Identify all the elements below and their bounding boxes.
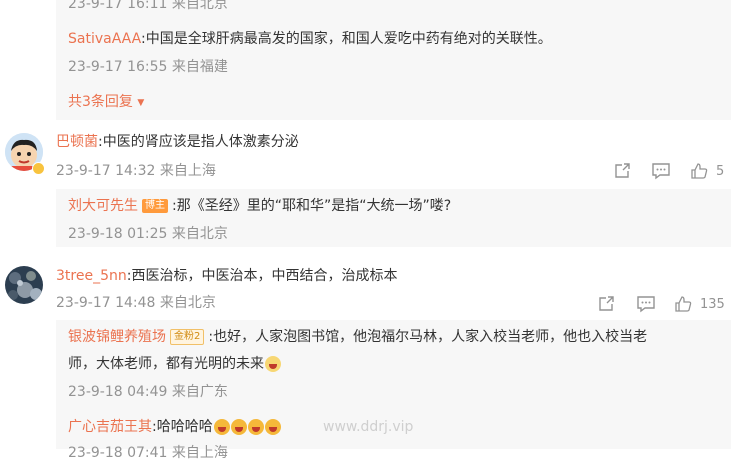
- reply-meta: 23-9-18 07:41 来自上海: [68, 445, 228, 461]
- comment-item: 3tree_5nn:西医治标，中医治本，中西结合，治成标本: [56, 266, 397, 286]
- comment-button[interactable]: [651, 162, 671, 180]
- laugh-emoji-icon: [213, 419, 230, 435]
- comment-item: 巴顿菌:中医的肾应该是指人体激素分泌: [56, 132, 299, 152]
- comment-meta: 23-9-17 14:32 来自上海: [56, 163, 216, 179]
- caret-down-icon: ▼: [137, 98, 145, 108]
- laugh-emoji-icon: [264, 419, 281, 435]
- reply-meta: 23-9-18 01:25 来自北京: [68, 226, 228, 242]
- like-button[interactable]: 135: [674, 295, 725, 313]
- comment-author[interactable]: 巴顿菌: [56, 134, 98, 150]
- reply-item: SativaAAA:中国是全球肝病最高发的国家，和国人爱吃中药有绝对的关联性。: [68, 29, 552, 49]
- comment-button[interactable]: [636, 295, 656, 313]
- comment-author[interactable]: 3tree_5nn: [56, 268, 127, 284]
- share-icon: [599, 296, 614, 311]
- more-replies-link[interactable]: 共3条回复 ▼: [68, 92, 144, 113]
- reply-text-cont: 师，大体老师，都有光明的未来: [68, 354, 281, 374]
- reply-meta: 23-9-17 16:55 来自福建: [68, 59, 228, 75]
- reply-item: 广心吉茄王其:哈哈哈哈: [68, 417, 281, 437]
- comment-text: :西医治标，中医治本，中西结合，治成标本: [126, 268, 398, 284]
- like-icon: [675, 296, 692, 312]
- laugh-emoji-icon: [247, 419, 264, 435]
- reply-author[interactable]: 广心吉茄王其: [68, 419, 152, 435]
- like-count: 5: [716, 163, 725, 179]
- comment-text: :中医的肾应该是指人体激素分泌: [98, 134, 299, 150]
- reply-author[interactable]: 银波锦鲤养殖场: [68, 329, 166, 345]
- reply-text: 师，大体老师，都有光明的未来: [68, 356, 264, 372]
- share-button[interactable]: [613, 162, 631, 180]
- comment-icon: [637, 296, 655, 313]
- reply-item: 银波锦鲤养殖场 金粉2:也好，人家泡图书馆，他泡福尔马林，人家入校当老师，他也入校…: [68, 327, 647, 347]
- reply-text: :也好，人家泡图书馆，他泡福尔马林，人家入校当老师，他也入校当老: [208, 329, 648, 345]
- share-button[interactable]: [597, 295, 615, 313]
- comment-meta: 23-9-17 14:48 来自北京: [56, 295, 216, 311]
- verified-badge-icon: [32, 162, 45, 175]
- share-icon: [615, 163, 630, 178]
- comment-icon: [652, 163, 670, 180]
- blogger-badge: 博主: [142, 199, 168, 213]
- more-replies-label: 共3条回复: [68, 94, 133, 110]
- like-icon: [691, 163, 708, 179]
- reply-meta: 23-9-18 04:49 来自广东: [68, 384, 228, 400]
- fan-badge: 金粉2: [170, 329, 205, 345]
- laugh-emoji-icon: [230, 419, 247, 435]
- reply-text: :哈哈哈哈: [152, 419, 213, 435]
- reply-text: :中国是全球肝病最高发的国家，和国人爱吃中药有绝对的关联性。: [140, 31, 552, 47]
- avatar-image: [5, 266, 43, 304]
- reply-author[interactable]: SativaAAA: [68, 31, 141, 47]
- smile-emoji-icon: [265, 356, 281, 372]
- reply-text: :那《圣经》里的“耶和华”是指“大统一场”喽?: [172, 198, 452, 214]
- reply-meta: 23-9-17 16:11 来自北京: [68, 0, 228, 12]
- like-button[interactable]: 5: [690, 162, 724, 180]
- like-count: 135: [700, 296, 725, 312]
- reply-item: 刘大可先生 博主 :那《圣经》里的“耶和华”是指“大统一场”喽?: [68, 196, 451, 216]
- watermark: www.ddrj.vip: [323, 419, 414, 435]
- avatar[interactable]: [5, 266, 43, 304]
- reply-author[interactable]: 刘大可先生: [68, 198, 138, 214]
